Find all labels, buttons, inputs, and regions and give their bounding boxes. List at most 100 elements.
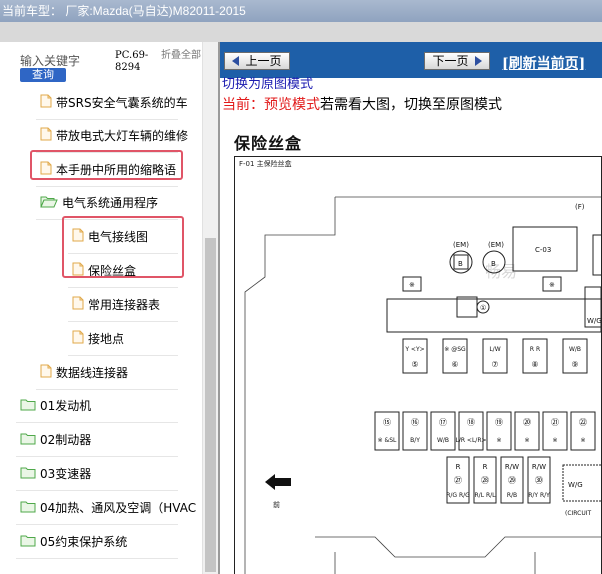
nav-tree: 带SRS安全气囊系统的车 带放电式大灯车辆的维修 本手册中所用的缩略语 电气系统通用程…	[0, 86, 202, 574]
document-area: 保险丝盒 F-01 主保险丝盒 畅易 (F) (EM) (EM) B B C-0…	[220, 124, 602, 574]
doc-title: 保险丝盒	[234, 134, 303, 153]
fuse-number: ㉑	[551, 418, 559, 427]
tree-item[interactable]: 02制动器	[20, 423, 91, 456]
folder-icon	[20, 466, 36, 482]
tree-item-label: 01发动机	[40, 399, 92, 413]
relay-row: R ㉗ R/G R/G R ㉘ R/L R/L R/W ㉙ R/B R/W ㉚ R/Y R/Y	[446, 456, 551, 504]
tree-item[interactable]: 接地点	[72, 322, 124, 355]
next-page-label: 下一页	[432, 54, 469, 68]
fuse-wire-label: ※ &SL	[378, 437, 397, 444]
fuse-wire-label: W/B	[437, 437, 449, 444]
doc-icon	[40, 364, 52, 381]
relay-top-label: R/W	[532, 463, 546, 471]
tree-item-label: 带放电式大灯车辆的维修	[56, 129, 189, 143]
fuse-wire-label: Y <Y>	[404, 346, 424, 353]
tree-scrollbar[interactable]	[202, 42, 218, 574]
prev-page-button[interactable]: 上一页	[224, 52, 290, 70]
mode-status: 当前：预览模式若需看大图，切换至原图模式	[222, 94, 502, 114]
mode-hint: 若需看大图，切换至原图模式	[320, 97, 502, 113]
label-wg-2: W/G	[568, 481, 583, 489]
mode-prefix: 当前：	[222, 97, 264, 113]
relay-top-label: R	[483, 463, 488, 471]
fuse-number: ⑥	[451, 360, 458, 369]
tree-item[interactable]: 03变速器	[20, 457, 91, 490]
collapse-all-link[interactable]: 折叠全部	[161, 50, 201, 62]
highlight-box-items	[62, 216, 184, 278]
tree-item[interactable]: 04加热、通风及空调（HVAC	[20, 491, 196, 524]
relay-number: ㉚	[535, 476, 543, 485]
tree-item[interactable]: 带SRS安全气囊系统的车	[40, 86, 188, 119]
folder-icon	[20, 432, 36, 448]
label-circuit: (CIRCUIT	[565, 510, 592, 517]
tree-item[interactable]: 常用连接器表	[72, 288, 160, 321]
label-f: (F)	[575, 203, 585, 211]
folder-icon	[20, 398, 36, 414]
fuse-number: ⑳	[523, 418, 531, 427]
label-em-2: (EM)	[488, 241, 504, 249]
fuse-number: ⑦	[491, 360, 498, 369]
label-c03: C-03	[535, 246, 551, 254]
prev-page-label: 上一页	[245, 54, 282, 68]
fuse-row-2: ⑮ ※ &SL ⑯ B/Y ⑰ W/B ⑱ L/R <L/R> ⑲ ※ ⑳ ※ ㉑ ※ ㉒ ※	[374, 411, 596, 451]
doc-icon	[40, 127, 52, 144]
highlight-box-folder	[30, 150, 183, 180]
tree-item[interactable]: 05约束保护系统	[20, 525, 127, 558]
folder-icon	[20, 534, 36, 550]
relay-number: ㉘	[481, 476, 489, 485]
tree-item[interactable]: 电气系统通用程序	[40, 186, 158, 219]
tree-item-label: 带SRS安全气囊系统的车	[56, 96, 188, 110]
pc-code: PC.69-8294	[115, 50, 149, 73]
fuse-wire-label: ※	[580, 437, 585, 444]
label-b-2: B	[491, 260, 496, 268]
fuse-box-diagram: F-01 主保险丝盒 畅易 (F) (EM) (EM) B B C-03 ※ ※…	[234, 156, 602, 574]
content-panel: 上一页 下一页 [刷新当前页] 切换为原图模式 当前：预览模式若需看大图，切换至…	[218, 42, 602, 574]
doc-icon	[40, 94, 52, 111]
fuse-number: ㉒	[579, 418, 587, 427]
fuse-number: ⑰	[439, 418, 447, 427]
svg-text:※: ※	[409, 281, 415, 289]
doc-icon	[72, 296, 84, 313]
svg-text:※: ※	[549, 281, 555, 289]
search-bar: 输入关键字 查询 PC.69-8294 折叠全部	[0, 42, 218, 86]
query-button[interactable]: 查询	[20, 68, 66, 82]
tree-item-label: 接地点	[88, 332, 125, 346]
label-front: 前	[273, 500, 280, 509]
tree-item-label: 03变速器	[40, 467, 92, 481]
tree-item-label: 02制动器	[40, 433, 92, 447]
next-page-button[interactable]: 下一页	[424, 52, 490, 70]
watermark: 畅易	[485, 262, 517, 281]
mode-current: 预览模式	[264, 97, 320, 113]
left-panel: 输入关键字 查询 PC.69-8294 折叠全部 带SRS安全气囊系统的车 带放电…	[0, 42, 218, 574]
tree-item-label: 04加热、通风及空调（HVAC	[40, 501, 197, 515]
tree-item-label: 05约束保护系统	[40, 535, 128, 549]
tree-item[interactable]: 带放电式大灯车辆的维修	[40, 119, 188, 152]
tree-item-label: 电气系统通用程序	[62, 196, 159, 210]
folder-icon	[20, 500, 36, 516]
scrollbar-thumb[interactable]	[205, 238, 216, 572]
arrow-left-icon	[232, 56, 240, 66]
tree-separator	[16, 558, 178, 559]
window-title: 当前车型： 厂家:Mazda(马自达)M82011-2015	[0, 0, 602, 22]
front-arrow-icon	[265, 474, 291, 490]
label-em-1: (EM)	[453, 241, 469, 249]
fuse-number: ⑱	[467, 418, 475, 427]
fuse-number: ⑧	[531, 360, 538, 369]
relay-top-label: R	[456, 463, 461, 471]
fuse-wire-label: ※	[524, 437, 529, 444]
relay-bottom-label: R/L R/L	[475, 492, 497, 499]
tree-item[interactable]: 01发动机	[20, 389, 91, 422]
relay-bottom-label: R/G R/G	[446, 492, 470, 499]
tree-item[interactable]: 数据线连接器	[40, 356, 128, 389]
switch-to-original-link[interactable]: 切换为原图模式	[222, 77, 313, 89]
doc-icon	[72, 330, 84, 347]
fuse-wire-label: L/W	[489, 346, 500, 353]
search-label[interactable]: 输入关键字	[20, 52, 80, 69]
fuse-wire-label: ※ @SG	[444, 346, 466, 353]
label-b-1: B	[458, 260, 463, 268]
fuse-number: ⑯	[411, 418, 419, 427]
page-toolbar: 上一页 下一页 [刷新当前页]	[220, 42, 602, 78]
refresh-page-link[interactable]: [刷新当前页]	[502, 53, 585, 73]
fuse-wire-label: ※	[552, 437, 557, 444]
tree-item-label: 数据线连接器	[56, 366, 129, 380]
fuse-number: ⑲	[495, 418, 503, 427]
